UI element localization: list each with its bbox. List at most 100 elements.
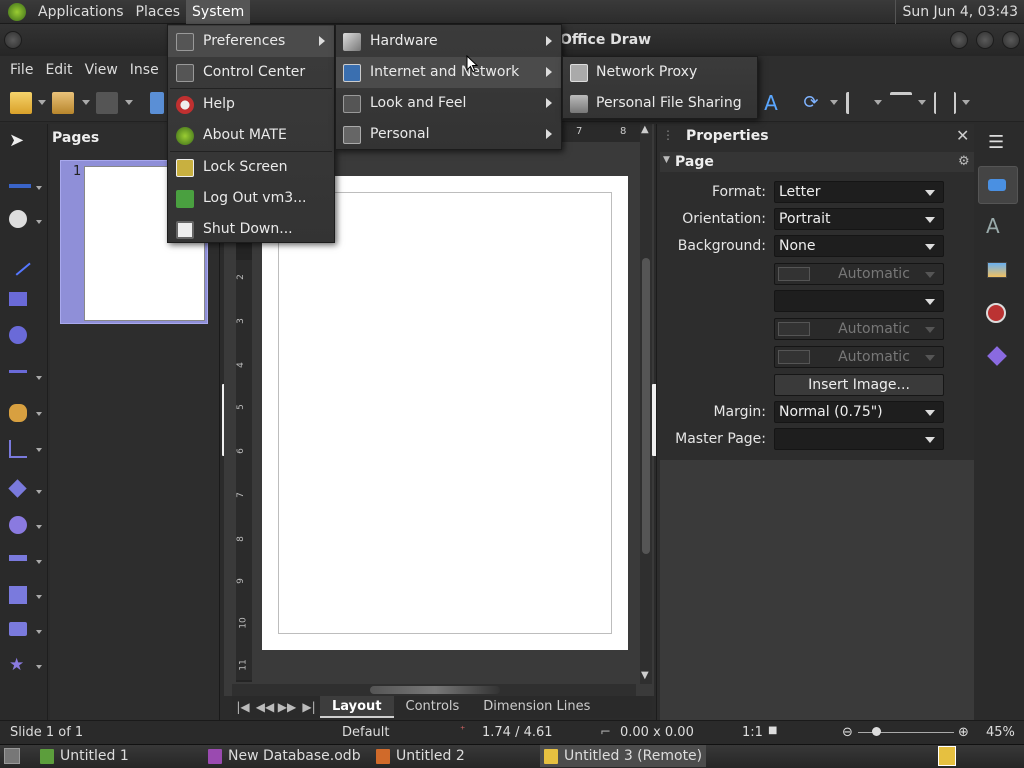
zoom-percent[interactable]: 45% xyxy=(986,725,1015,740)
export-icon[interactable] xyxy=(150,92,164,114)
fill-color-icon[interactable] xyxy=(9,210,27,228)
connector-tool-arrow[interactable] xyxy=(36,448,42,452)
orientation-dropdown[interactable]: Portrait xyxy=(774,208,944,230)
vertical-scrollbar-thumb[interactable] xyxy=(642,258,650,554)
curve-tool-icon[interactable] xyxy=(9,404,27,422)
menu-item-about-mate[interactable]: About MATE xyxy=(168,120,334,151)
last-tab-icon[interactable]: ▶| xyxy=(298,696,320,718)
collapse-chevron-icon[interactable]: ▼ xyxy=(663,155,670,165)
distribute-icon[interactable] xyxy=(934,92,956,114)
close-window-button[interactable] xyxy=(1002,31,1020,49)
new-document-icon[interactable] xyxy=(10,92,32,114)
background-dropdown[interactable]: None xyxy=(774,235,944,257)
fill-color-arrow[interactable] xyxy=(36,220,42,224)
navigator-deck-icon[interactable] xyxy=(986,303,1006,323)
menu-insert[interactable]: Inse xyxy=(124,62,165,78)
scroll-up-icon[interactable]: ▲ xyxy=(641,124,649,135)
rotate-icon[interactable]: ⟳ xyxy=(800,92,822,114)
arrange-dropdown-arrow[interactable] xyxy=(918,100,926,105)
horizontal-scrollbar-thumb[interactable] xyxy=(370,686,500,694)
menu-file[interactable]: File xyxy=(4,62,39,78)
menu-item-personal-file-sharing[interactable]: Personal File Sharing xyxy=(563,88,757,119)
align-left-icon[interactable] xyxy=(846,92,868,114)
rectangle-tool-icon[interactable] xyxy=(9,292,27,306)
zoom-slider-knob[interactable] xyxy=(872,727,881,736)
align-dropdown-arrow[interactable] xyxy=(874,100,882,105)
star-shapes-icon[interactable]: ★ xyxy=(9,656,27,674)
menu-item-personal[interactable]: Personal xyxy=(336,119,561,150)
scale-value[interactable]: 1:1 xyxy=(742,725,763,740)
flowchart-icon[interactable] xyxy=(9,586,27,604)
gallery-deck-icon[interactable] xyxy=(987,262,1007,278)
show-desktop-icon[interactable] xyxy=(4,748,20,764)
arrow-tool-arrow[interactable] xyxy=(36,376,42,380)
block-arrows-icon[interactable] xyxy=(9,555,27,561)
arrow-tool-icon[interactable] xyxy=(9,370,27,373)
save-dropdown-arrow[interactable] xyxy=(125,100,133,105)
arrange-icon[interactable] xyxy=(890,92,912,114)
zoom-in-icon[interactable]: ⊕ xyxy=(958,725,969,740)
minimize-button[interactable] xyxy=(950,31,968,49)
next-tab-icon[interactable]: ▶▶ xyxy=(276,696,298,718)
menu-item-preferences[interactable]: Preferences xyxy=(168,26,334,57)
document-modified-icon[interactable]: ■ xyxy=(768,725,777,736)
block-arrows-arrow[interactable] xyxy=(36,560,42,564)
window-menu-button[interactable] xyxy=(4,31,22,49)
star-shapes-arrow[interactable] xyxy=(36,665,42,669)
sidebar-menu-icon[interactable]: ☰ xyxy=(988,132,1004,153)
save-icon[interactable] xyxy=(96,92,118,114)
menu-item-lock-screen[interactable]: Lock Screen xyxy=(168,152,334,183)
menu-item-internet-and-network[interactable]: Internet and Network xyxy=(336,57,561,88)
connector-tool-icon[interactable] xyxy=(9,440,27,458)
symbol-shapes-arrow[interactable] xyxy=(36,525,42,529)
line-color-icon[interactable] xyxy=(9,184,31,188)
basic-shapes-arrow[interactable] xyxy=(36,490,42,494)
menu-item-log-out[interactable]: Log Out vm3... xyxy=(168,183,334,214)
menu-edit[interactable]: Edit xyxy=(39,62,78,78)
task-untitled-1[interactable]: Untitled 1 (Remote) ... xyxy=(36,745,198,767)
new-dropdown-arrow[interactable] xyxy=(38,100,46,105)
maximize-button[interactable] xyxy=(976,31,994,49)
task-new-database[interactable]: New Database.odb ... xyxy=(204,745,366,767)
fontwork-icon[interactable]: A xyxy=(760,92,782,114)
distribute-dropdown-arrow[interactable] xyxy=(962,100,970,105)
menu-view[interactable]: View xyxy=(79,62,124,78)
more-options-gear-icon[interactable]: ⚙ xyxy=(958,154,970,169)
flowchart-arrow[interactable] xyxy=(36,595,42,599)
menu-item-network-proxy[interactable]: Network Proxy xyxy=(563,57,757,88)
menu-item-shut-down[interactable]: Shut Down... xyxy=(168,214,334,245)
insert-image-button[interactable]: Insert Image... xyxy=(774,374,944,396)
master-page-dropdown[interactable] xyxy=(774,428,944,450)
tab-layout[interactable]: Layout xyxy=(320,696,394,718)
system-menu[interactable]: System xyxy=(186,0,251,24)
background-detail-dropdown[interactable] xyxy=(774,290,944,312)
prev-tab-icon[interactable]: ◀◀ xyxy=(254,696,276,718)
close-icon[interactable]: ✕ xyxy=(956,126,969,145)
tray-draw-icon[interactable] xyxy=(938,746,956,766)
callout-icon[interactable] xyxy=(9,622,27,636)
first-tab-icon[interactable]: |◀ xyxy=(232,696,254,718)
clock[interactable]: Sun Jun 4, 03:43 xyxy=(895,0,1018,24)
callout-arrow[interactable] xyxy=(36,630,42,634)
mate-logo-icon[interactable] xyxy=(8,2,26,21)
rotate-dropdown-arrow[interactable] xyxy=(830,100,838,105)
applications-menu[interactable]: Applications xyxy=(32,0,130,24)
ellipse-tool-icon[interactable] xyxy=(9,326,27,344)
styles-deck-icon[interactable]: A xyxy=(986,214,1000,238)
format-dropdown[interactable]: Letter xyxy=(774,181,944,203)
select-pointer-icon[interactable]: ➤ xyxy=(9,132,27,150)
task-untitled-3[interactable]: Untitled 3 (Remote) ... xyxy=(540,745,706,767)
menu-item-control-center[interactable]: Control Center xyxy=(168,57,334,88)
symbol-shapes-icon[interactable] xyxy=(9,516,27,534)
zoom-out-icon[interactable]: ⊖ xyxy=(842,725,853,740)
tab-controls[interactable]: Controls xyxy=(394,696,472,718)
open-folder-icon[interactable] xyxy=(52,92,74,114)
places-menu[interactable]: Places xyxy=(130,0,187,24)
margin-dropdown[interactable]: Normal (0.75") xyxy=(774,401,944,423)
menu-item-help[interactable]: Help xyxy=(168,89,334,120)
tab-dimension-lines[interactable]: Dimension Lines xyxy=(471,696,602,718)
grip-icon[interactable]: ⋮ xyxy=(662,128,674,142)
task-untitled-2[interactable]: Untitled 2 (Remote) ... xyxy=(372,745,534,767)
menu-item-hardware[interactable]: Hardware xyxy=(336,26,561,57)
scroll-down-icon[interactable]: ▼ xyxy=(641,670,649,681)
